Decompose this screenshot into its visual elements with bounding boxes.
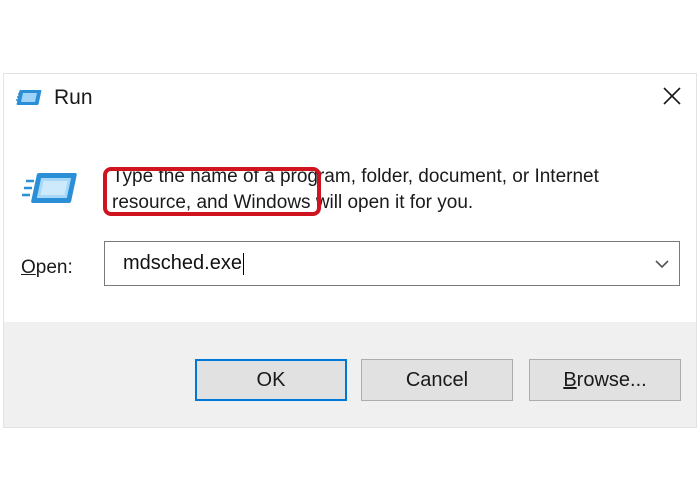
- browse-mnemonic: B: [563, 369, 577, 391]
- chevron-down-icon[interactable]: [653, 255, 671, 273]
- browse-button[interactable]: Browse...: [529, 359, 681, 401]
- dialog-content: Type the name of a program, folder, docu…: [4, 124, 696, 322]
- run-app-icon: [22, 169, 80, 209]
- title-bar: Run: [4, 74, 696, 124]
- page: Run Type the name of a program, folder, …: [0, 0, 700, 500]
- text-caret: [242, 252, 244, 275]
- close-icon: [662, 86, 682, 111]
- open-combobox[interactable]: mdsched.exe: [104, 241, 680, 286]
- button-bar: OK Cancel Browse...: [4, 322, 696, 427]
- window-title: Run: [54, 86, 93, 109]
- open-label: Open:: [21, 257, 73, 279]
- run-dialog: Run Type the name of a program, folder, …: [3, 73, 697, 428]
- browse-rest: rowse...: [576, 369, 647, 391]
- open-label-mnemonic: O: [21, 257, 36, 278]
- cancel-button[interactable]: Cancel: [361, 359, 513, 401]
- open-input-value: mdsched.exe: [123, 252, 242, 274]
- close-button[interactable]: [652, 78, 692, 118]
- open-label-rest: pen:: [35, 257, 73, 278]
- run-app-icon: [16, 88, 44, 108]
- highlight-annotation: [103, 167, 321, 216]
- ok-button[interactable]: OK: [195, 359, 347, 401]
- open-input[interactable]: mdsched.exe: [123, 242, 244, 285]
